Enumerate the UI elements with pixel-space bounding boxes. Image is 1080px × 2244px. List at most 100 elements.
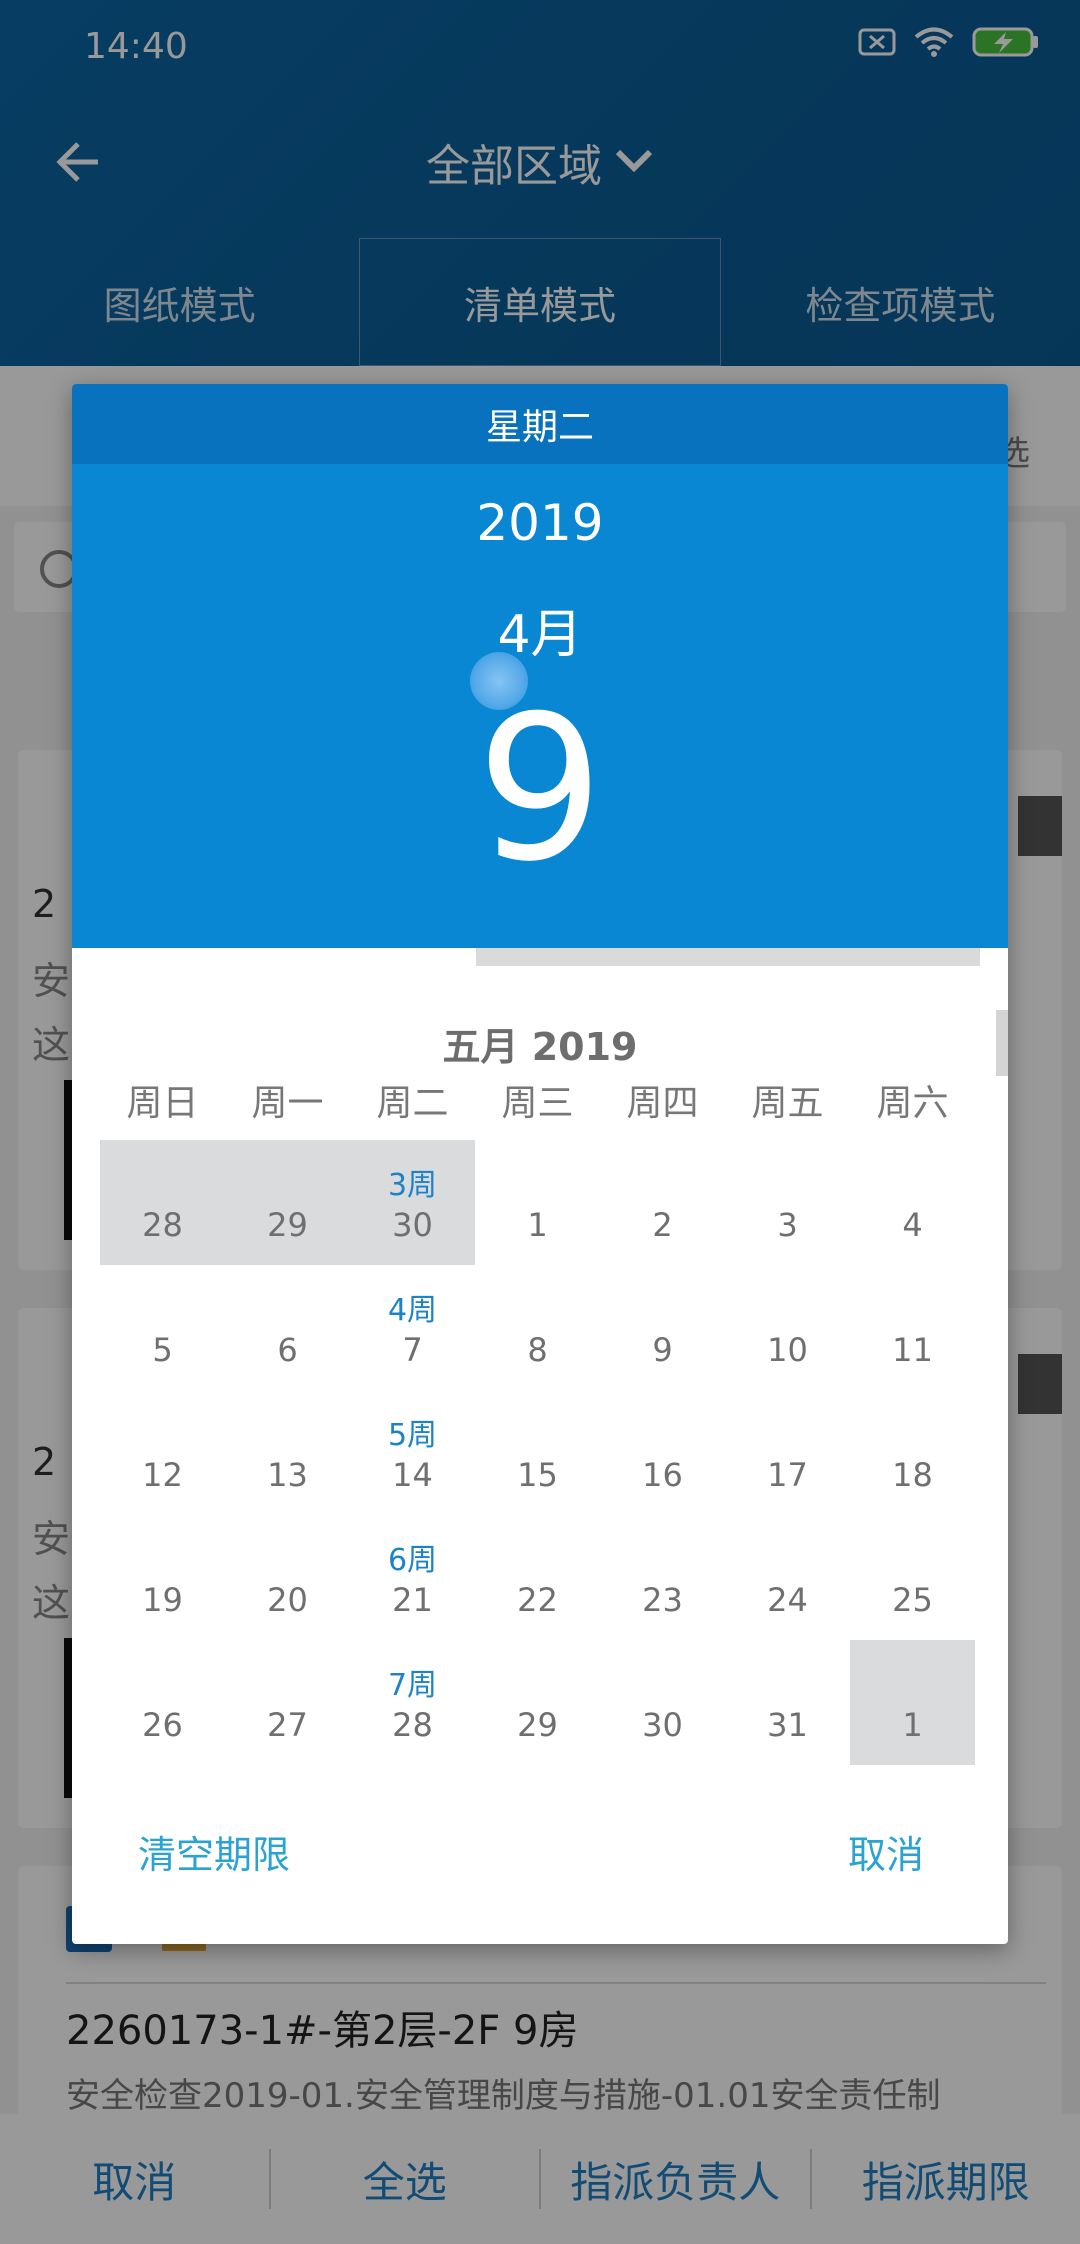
dialog-actions: 清空期限 取消 [72, 1824, 1008, 1904]
day-number: 26 [142, 1706, 183, 1744]
calendar-grid: 28 29 3周 30 1 2 3 4 5 6 4周 7 8 9 10 11 12 … [100, 1140, 975, 1765]
calendar-day[interactable]: 29 [475, 1640, 600, 1765]
date-picker-dialog: 星期二 2019 4月 9 五月 2019 周日 周一 周二 周三 周四 周五 … [72, 384, 1008, 1944]
calendar-day[interactable]: 10 [725, 1265, 850, 1390]
cancel-button[interactable]: 取消 [848, 1824, 924, 1879]
day-number: 30 [392, 1206, 433, 1244]
calendar-day[interactable]: 20 [225, 1515, 350, 1640]
calendar-day[interactable]: 26 [100, 1640, 225, 1765]
day-number: 31 [767, 1706, 808, 1744]
day-number: 1 [902, 1706, 923, 1744]
day-number: 7 [402, 1331, 423, 1369]
day-number: 9 [652, 1331, 673, 1369]
day-number: 5 [152, 1331, 173, 1369]
week-number: 3周 [387, 1168, 438, 1203]
calendar-day[interactable]: 6 [225, 1265, 350, 1390]
dow-label: 周日 [126, 1083, 199, 1124]
calendar-day[interactable]: 3 [725, 1140, 850, 1265]
day-number: 8 [527, 1331, 548, 1369]
calendar-day[interactable]: 5 [100, 1265, 225, 1390]
calendar-day[interactable]: 17 [725, 1390, 850, 1515]
dow-label: 周三 [501, 1083, 574, 1124]
day-number: 24 [767, 1581, 808, 1619]
week-number: 4周 [387, 1293, 438, 1328]
day-number: 19 [142, 1581, 183, 1619]
day-number: 29 [517, 1706, 558, 1744]
calendar-day[interactable]: 28 [100, 1140, 225, 1265]
day-number: 2 [652, 1206, 673, 1244]
calendar-day[interactable]: 7周 28 [350, 1640, 475, 1765]
calendar-day[interactable]: 19 [100, 1515, 225, 1640]
calendar-day[interactable]: 8 [475, 1265, 600, 1390]
touch-ripple [470, 652, 528, 710]
calendar-day[interactable]: 31 [725, 1640, 850, 1765]
selected-month[interactable]: 4月 [72, 592, 1008, 667]
day-number: 13 [267, 1456, 308, 1494]
day-number: 21 [392, 1581, 433, 1619]
dow-label: 周四 [626, 1083, 699, 1124]
selected-weekday: 星期二 [72, 384, 1008, 464]
calendar-day[interactable]: 11 [850, 1265, 975, 1390]
dow-label: 周六 [876, 1083, 949, 1124]
dow-label: 周二 [376, 1083, 449, 1124]
previous-month-row [476, 948, 980, 966]
day-number: 12 [142, 1456, 183, 1494]
calendar-day[interactable]: 30 [600, 1640, 725, 1765]
calendar-week-row: 19 20 6周 21 22 23 24 25 [100, 1515, 975, 1640]
calendar-day[interactable]: 22 [475, 1515, 600, 1640]
calendar-day[interactable]: 12 [100, 1390, 225, 1515]
calendar-day[interactable]: 4 [850, 1140, 975, 1265]
calendar-day[interactable]: 18 [850, 1390, 975, 1515]
day-number: 22 [517, 1581, 558, 1619]
calendar-day[interactable]: 5周 14 [350, 1390, 475, 1515]
week-number: 5周 [387, 1418, 438, 1453]
calendar-day[interactable]: 1 [850, 1640, 975, 1765]
day-number: 27 [267, 1706, 308, 1744]
day-number: 29 [267, 1206, 308, 1244]
calendar-day[interactable]: 25 [850, 1515, 975, 1640]
calendar-day[interactable]: 27 [225, 1640, 350, 1765]
selected-year[interactable]: 2019 [72, 494, 1008, 552]
day-of-week-header: 周日 周一 周二 周三 周四 周五 周六 [100, 1074, 975, 1126]
calendar-day[interactable]: 13 [225, 1390, 350, 1515]
day-number: 14 [392, 1456, 433, 1494]
day-number: 16 [642, 1456, 683, 1494]
calendar-day[interactable]: 1 [475, 1140, 600, 1265]
calendar-week-row: 28 29 3周 30 1 2 3 4 [100, 1140, 975, 1265]
clear-deadline-button[interactable]: 清空期限 [138, 1824, 290, 1879]
day-number: 28 [142, 1206, 183, 1244]
day-number: 25 [892, 1581, 933, 1619]
day-number: 10 [767, 1331, 808, 1369]
calendar-day[interactable]: 23 [600, 1515, 725, 1640]
day-number: 3 [777, 1206, 798, 1244]
calendar-day[interactable]: 4周 7 [350, 1265, 475, 1390]
calendar-week-row: 26 27 7周 28 29 30 31 1 [100, 1640, 975, 1765]
week-number: 6周 [387, 1543, 438, 1578]
day-number: 11 [892, 1331, 933, 1369]
day-number: 18 [892, 1456, 933, 1494]
day-number: 20 [267, 1581, 308, 1619]
calendar-day[interactable]: 29 [225, 1140, 350, 1265]
calendar-day[interactable]: 3周 30 [350, 1140, 475, 1265]
day-number: 23 [642, 1581, 683, 1619]
calendar-week-row: 12 13 5周 14 15 16 17 18 [100, 1390, 975, 1515]
calendar-week-row: 5 6 4周 7 8 9 10 11 [100, 1265, 975, 1390]
week-number: 7周 [387, 1668, 438, 1703]
calendar-day[interactable]: 15 [475, 1390, 600, 1515]
calendar-day[interactable]: 6周 21 [350, 1515, 475, 1640]
calendar-day[interactable]: 2 [600, 1140, 725, 1265]
day-number: 6 [277, 1331, 298, 1369]
calendar-day[interactable]: 24 [725, 1515, 850, 1640]
date-picker-header: 2019 4月 9 [72, 464, 1008, 948]
dow-label: 周一 [251, 1083, 324, 1124]
day-number: 15 [517, 1456, 558, 1494]
day-number: 28 [392, 1706, 433, 1744]
selected-day[interactable]: 9 [72, 670, 1008, 910]
calendar-month-title: 五月 2019 [442, 1025, 638, 1069]
calendar-day[interactable]: 16 [600, 1390, 725, 1515]
day-number: 1 [527, 1206, 548, 1244]
calendar-day[interactable]: 9 [600, 1265, 725, 1390]
day-number: 30 [642, 1706, 683, 1744]
day-number: 4 [902, 1206, 923, 1244]
dow-label: 周五 [751, 1083, 824, 1124]
